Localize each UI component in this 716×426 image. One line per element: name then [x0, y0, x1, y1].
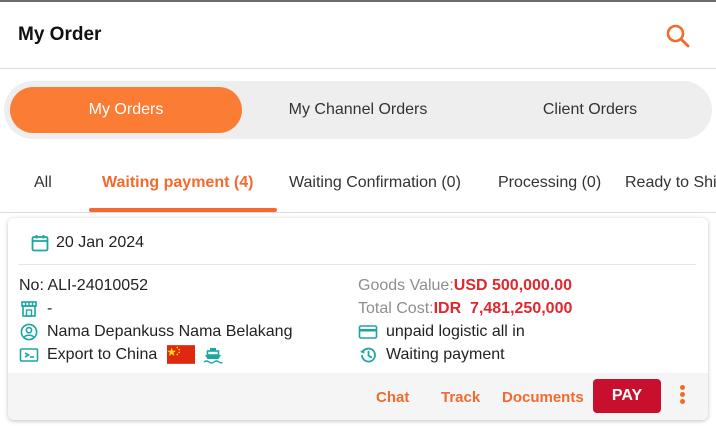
export-ticket-icon [19, 347, 39, 362]
store-name: - [47, 299, 53, 317]
logistic-row: unpaid logistic all in [358, 320, 698, 343]
export-destination: Export to China [47, 345, 158, 363]
total-cost-row: Total Cost: IDR 7,481,250,000 [358, 297, 698, 320]
goods-value-label: Goods Value: [358, 276, 454, 294]
card-divider [18, 264, 696, 265]
segment-my-channel-orders[interactable]: My Channel Orders [242, 87, 474, 133]
order-number-row: No: ALI-24010052 [19, 274, 349, 297]
order-actions-bar: Chat Track Documents PAY [8, 373, 708, 420]
order-card[interactable]: 20 Jan 2024 No: ALI-24010052 - Nama Depa… [8, 218, 708, 420]
page-title: My Order [18, 24, 102, 45]
payment-status: Waiting payment [386, 345, 505, 363]
chat-link[interactable]: Chat [376, 389, 409, 406]
tab-ready-to-ship[interactable]: Ready to Shi [625, 174, 716, 192]
documents-link[interactable]: Documents [502, 389, 584, 406]
order-details-right: Goods Value: USD 500,000.00 Total Cost: … [358, 274, 698, 366]
export-row: Export to China [19, 343, 349, 366]
total-cost-label: Total Cost: [358, 299, 434, 317]
order-date-row: 20 Jan 2024 [30, 232, 144, 254]
order-date: 20 Jan 2024 [56, 234, 145, 251]
china-flag-icon [167, 345, 196, 364]
history-icon [360, 347, 376, 362]
total-cost: IDR 7,481,250,000 [433, 299, 573, 317]
pay-button[interactable]: PAY [593, 379, 661, 413]
track-link[interactable]: Track [441, 389, 480, 406]
active-tab-indicator [89, 208, 277, 212]
calendar-icon [31, 235, 49, 252]
customer-row: Nama Depankuss Nama Belakang [19, 320, 349, 343]
search-icon[interactable] [664, 22, 692, 50]
goods-value: USD 500,000.00 [453, 276, 573, 294]
store-row: - [19, 297, 349, 320]
more-options-icon[interactable] [676, 383, 688, 409]
order-type-segmented-control: My Orders My Channel Orders Client Order… [4, 81, 712, 139]
tab-waiting-confirmation[interactable]: Waiting Confirmation (0) [289, 174, 461, 192]
status-tabs: All Waiting payment (4) Waiting Confirma… [0, 157, 716, 213]
tab-waiting-payment[interactable]: Waiting payment (4) [102, 174, 253, 192]
order-details-left: No: ALI-24010052 - Nama Depankuss Nama B… [19, 274, 349, 366]
tab-all[interactable]: All [34, 174, 52, 192]
logistic-status: unpaid logistic all in [386, 322, 525, 340]
store-icon [21, 300, 37, 317]
credit-card-icon [358, 324, 378, 339]
customer-name: Nama Depankuss Nama Belakang [47, 322, 293, 340]
ship-icon [203, 347, 223, 364]
payment-status-row: Waiting payment [358, 343, 698, 366]
app-header: My Order [0, 2, 716, 69]
segment-client-orders[interactable]: Client Orders [474, 87, 706, 133]
account-circle-icon [20, 323, 38, 340]
goods-value-row: Goods Value: USD 500,000.00 [358, 274, 698, 297]
order-number: No: ALI-24010052 [19, 276, 148, 294]
tab-processing[interactable]: Processing (0) [498, 174, 601, 192]
segment-my-orders[interactable]: My Orders [10, 87, 242, 133]
